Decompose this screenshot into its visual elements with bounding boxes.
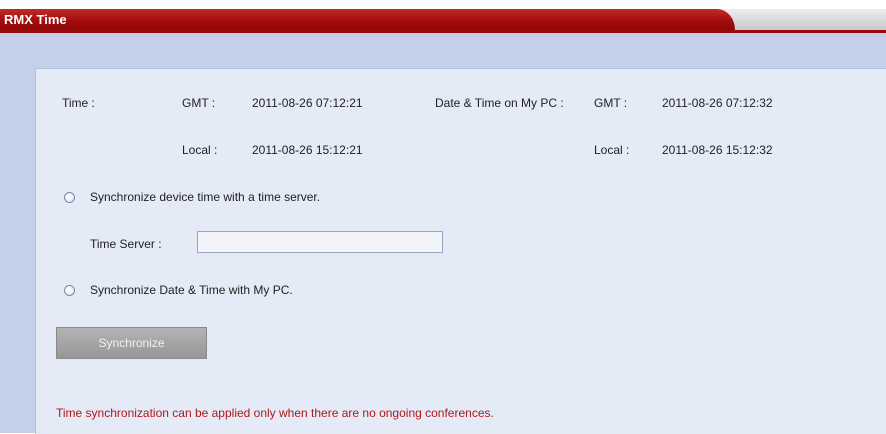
device-gmt-value: 2011-08-26 07:12:21 bbox=[252, 96, 363, 110]
sync-pc-radio[interactable] bbox=[64, 285, 75, 296]
title-bar: RMX Time bbox=[0, 0, 886, 30]
sync-note: Time synchronization can be applied only… bbox=[56, 406, 494, 420]
window-title: RMX Time bbox=[4, 12, 67, 27]
pc-gmt-value: 2011-08-26 07:12:32 bbox=[662, 96, 773, 110]
synchronize-button[interactable]: Synchronize bbox=[56, 327, 207, 359]
pc-local-value: 2011-08-26 15:12:32 bbox=[662, 143, 773, 157]
title-bar-tab bbox=[0, 9, 735, 30]
device-local-value: 2011-08-26 15:12:21 bbox=[252, 143, 363, 157]
device-gmt-label: GMT : bbox=[182, 96, 216, 110]
device-local-label: Local : bbox=[182, 143, 218, 157]
sync-server-radio[interactable] bbox=[64, 192, 75, 203]
settings-panel bbox=[35, 68, 886, 434]
time-server-input[interactable] bbox=[197, 231, 443, 253]
sync-server-label[interactable]: Synchronize device time with a time serv… bbox=[90, 190, 320, 204]
sync-pc-label[interactable]: Synchronize Date & Time with My PC. bbox=[90, 283, 293, 297]
time-server-label: Time Server : bbox=[90, 237, 162, 251]
pc-time-label: Date & Time on My PC : bbox=[435, 96, 564, 110]
time-label: Time : bbox=[62, 96, 95, 110]
pc-gmt-label: GMT : bbox=[594, 96, 628, 110]
pc-local-label: Local : bbox=[594, 143, 630, 157]
